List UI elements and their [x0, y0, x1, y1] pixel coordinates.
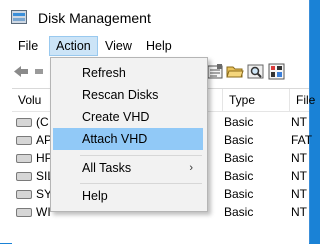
menu-item-label: Attach VHD — [82, 132, 148, 146]
menu-item-create-vhd[interactable]: Create VHD — [53, 106, 203, 128]
disk-management-window: Disk Management File Action View Help Vo… — [0, 0, 315, 244]
menu-action[interactable]: Action — [49, 36, 98, 56]
open-folder-icon[interactable] — [226, 63, 244, 80]
menu-item-all-tasks[interactable]: All Tasks › — [53, 157, 203, 179]
volume-name: WI — [36, 205, 51, 219]
volume-filesystem: FAT — [291, 133, 313, 147]
menu-view[interactable]: View — [99, 36, 138, 56]
volume-filesystem: NT — [291, 205, 307, 219]
volume-disk-icon — [16, 136, 32, 145]
volume-filesystem: NT — [291, 169, 307, 183]
menu-item-help[interactable]: Help — [53, 185, 203, 207]
menu-file[interactable]: File — [12, 36, 44, 56]
menu-item-attach-vhd[interactable]: Attach VHD — [53, 128, 203, 150]
menu-item-label: Rescan Disks — [82, 88, 159, 102]
view-grid-icon[interactable] — [268, 63, 286, 80]
volume-type: Basic — [224, 187, 254, 201]
menu-item-refresh[interactable]: Refresh — [53, 62, 203, 84]
search-magnifier-icon[interactable] — [247, 63, 265, 80]
menu-item-label: All Tasks — [82, 161, 132, 175]
submenu-arrow-icon: › — [189, 162, 193, 174]
volume-type: Basic — [224, 115, 254, 129]
menu-item-label: Help — [82, 189, 108, 203]
volume-disk-icon — [16, 172, 32, 181]
volume-name: (C — [36, 115, 49, 129]
window-title: Disk Management — [38, 10, 151, 26]
title-bar[interactable]: Disk Management — [0, 0, 309, 34]
volume-disk-icon — [16, 154, 32, 163]
forward-arrow-icon[interactable] — [34, 63, 44, 80]
menu-separator — [80, 155, 202, 156]
back-arrow-icon[interactable] — [12, 63, 30, 80]
menu-item-label: Create VHD — [82, 110, 150, 124]
volume-filesystem: NT — [291, 115, 307, 129]
menu-separator — [80, 183, 202, 184]
disk-management-app-icon — [11, 10, 27, 24]
column-header-type[interactable]: Type — [223, 89, 290, 111]
volume-disk-icon — [16, 190, 32, 199]
action-menu-dropdown: Refresh Rescan Disks Create VHD Attach V… — [50, 57, 208, 212]
volume-type: Basic — [224, 133, 254, 147]
menu-help[interactable]: Help — [140, 36, 178, 56]
volume-filesystem: NT — [291, 187, 307, 201]
volume-type: Basic — [224, 169, 254, 183]
menu-bar: File Action View Help — [0, 36, 309, 58]
volume-type: Basic — [224, 151, 254, 165]
column-header-filesystem[interactable]: File — [290, 89, 320, 111]
volume-disk-icon — [16, 208, 32, 217]
properties-icon[interactable] — [206, 63, 224, 80]
menu-item-rescan-disks[interactable]: Rescan Disks — [53, 84, 203, 106]
volume-disk-icon — [16, 118, 32, 127]
volume-filesystem: NT — [291, 151, 307, 165]
volume-type: Basic — [224, 205, 254, 219]
menu-item-label: Refresh — [82, 66, 126, 80]
